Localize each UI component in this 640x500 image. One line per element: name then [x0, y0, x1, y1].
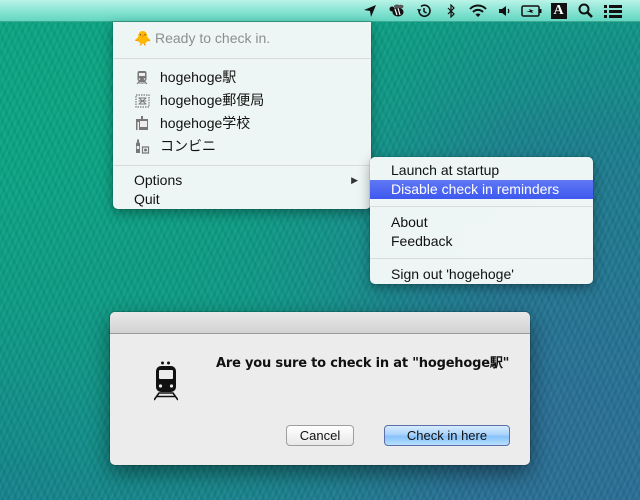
time-machine-icon[interactable]: [410, 0, 437, 22]
place-label: コンビニ: [160, 138, 216, 154]
battery-charging-icon[interactable]: [518, 0, 545, 22]
place-item-school[interactable]: hogehoge学校: [113, 112, 371, 135]
train-icon: [153, 361, 179, 401]
input-source-icon[interactable]: A: [545, 0, 572, 22]
options-submenu: Launch at startup Disable check in remin…: [370, 157, 593, 284]
school-icon: [134, 116, 150, 132]
sign-out-label: Sign out 'hogehoge': [391, 266, 514, 282]
status-label: Ready to check in.: [155, 29, 271, 46]
quit-menu-item[interactable]: Quit: [113, 190, 371, 209]
place-label: hogehoge駅: [160, 69, 237, 85]
bee-app-icon[interactable]: [383, 0, 410, 22]
menu-bar: A: [0, 0, 640, 22]
disable-reminders-label: Disable check in reminders: [391, 181, 560, 197]
spotlight-search-icon[interactable]: [572, 0, 599, 22]
status-menu: 🐥 Ready to check in. hogehoge駅 hogehoge郵…: [113, 22, 371, 209]
options-menu-item[interactable]: Options ▶: [113, 171, 371, 190]
place-label: hogehoge郵便局: [160, 92, 265, 108]
cancel-button[interactable]: Cancel: [286, 425, 354, 446]
options-label: Options: [134, 172, 183, 188]
feedback-item[interactable]: Feedback: [370, 232, 593, 251]
convenience-store-icon: [134, 139, 150, 155]
status-item: 🐥 Ready to check in.: [113, 26, 371, 50]
input-source-label: A: [550, 2, 567, 19]
menu-separator: [370, 258, 593, 259]
bluetooth-icon[interactable]: [437, 0, 464, 22]
menu-separator: [370, 206, 593, 207]
feedback-label: Feedback: [391, 233, 453, 249]
place-item-convenience-store[interactable]: コンビニ: [113, 135, 371, 158]
dialog-titlebar[interactable]: [110, 312, 530, 334]
train-icon: [134, 70, 150, 86]
check-in-dialog: Are you sure to check in at "hogehoge駅" …: [110, 312, 530, 465]
location-arrow-icon[interactable]: [356, 0, 383, 22]
wifi-icon[interactable]: [464, 0, 491, 22]
dialog-message: Are you sure to check in at "hogehoge駅": [216, 356, 510, 371]
notification-center-icon[interactable]: [599, 0, 626, 22]
chick-icon: 🐥: [134, 29, 152, 46]
place-label: hogehoge学校: [160, 115, 251, 131]
check-in-button[interactable]: Check in here: [384, 425, 510, 446]
menu-separator: [113, 165, 371, 166]
menu-separator: [113, 58, 371, 59]
post-office-icon: [134, 93, 150, 109]
disable-reminders-item[interactable]: Disable check in reminders: [370, 180, 593, 199]
submenu-arrow-icon: ▶: [351, 175, 358, 185]
volume-icon[interactable]: [491, 0, 518, 22]
launch-at-startup-label: Launch at startup: [391, 162, 500, 178]
quit-label: Quit: [134, 191, 160, 207]
about-item[interactable]: About: [370, 213, 593, 232]
place-item-post-office[interactable]: hogehoge郵便局: [113, 89, 371, 112]
sign-out-item[interactable]: Sign out 'hogehoge': [370, 265, 593, 284]
about-label: About: [391, 214, 428, 230]
launch-at-startup-item[interactable]: Launch at startup: [370, 161, 593, 180]
place-item-station[interactable]: hogehoge駅: [113, 66, 371, 89]
